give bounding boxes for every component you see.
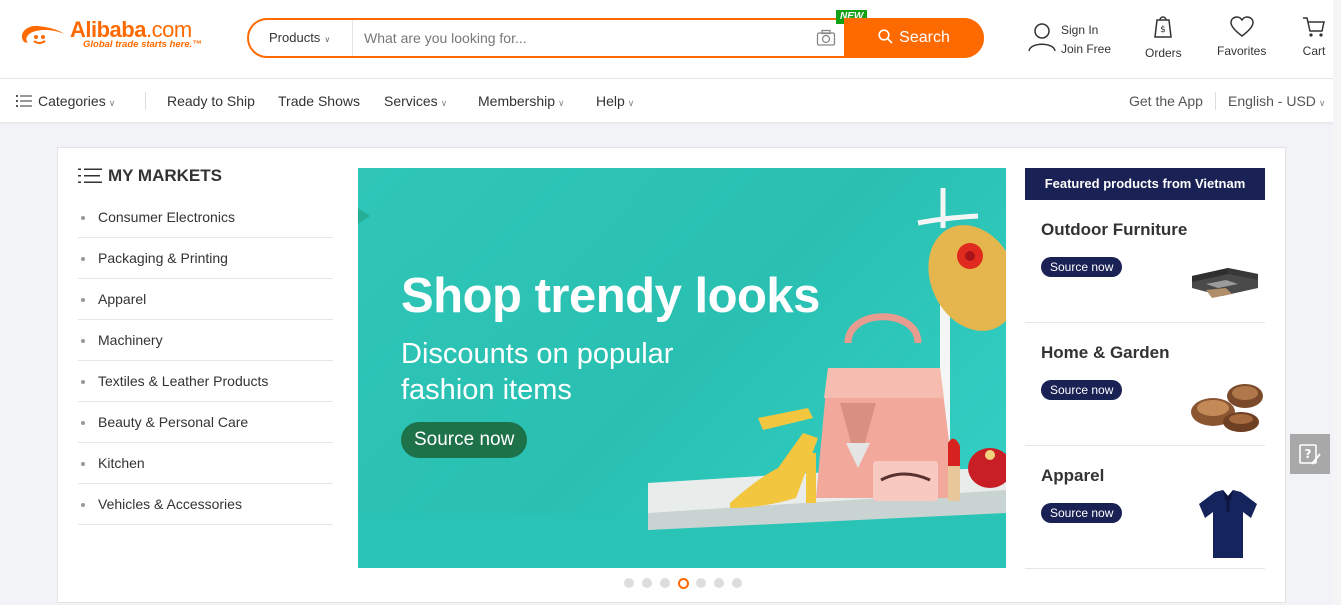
svg-text:$: $ [1160, 25, 1166, 35]
alibaba-logo[interactable]: Alibaba.com Global trade starts here.™ [16, 17, 216, 57]
carousel-dot[interactable] [624, 578, 634, 588]
list-icon [78, 168, 102, 183]
markets-list: Consumer Electronics Packaging & Printin… [78, 197, 333, 525]
featured-card-apparel[interactable]: Apparel Source now [1025, 446, 1265, 569]
search-button[interactable]: Search [844, 18, 984, 58]
search-bar: Products∨ NEW Search [247, 10, 984, 58]
search-category-dropdown[interactable]: Products ∨ [249, 20, 353, 56]
market-item[interactable]: Consumer Electronics [78, 197, 333, 238]
carousel-dot[interactable] [696, 578, 706, 588]
join-free-label[interactable]: Join Free [1061, 42, 1111, 56]
nav-divider [1215, 92, 1216, 110]
banner-subtitle: Discounts on popular fashion items [401, 338, 674, 406]
featured-card-outdoor-furniture[interactable]: Outdoor Furniture Source now [1025, 200, 1265, 323]
carousel-dot[interactable] [714, 578, 724, 588]
chevron-down-icon: ∨ [1318, 98, 1326, 108]
categories-menu[interactable]: Categories ∨ [16, 79, 115, 123]
hero-banner[interactable]: Shop trendy looks Discounts on popular f… [358, 168, 1006, 568]
sign-in-link[interactable]: Sign In Join Free [1028, 20, 1128, 60]
featured-card-title: Home & Garden [1041, 343, 1170, 362]
market-item[interactable]: Vehicles & Accessories [78, 484, 333, 525]
market-item[interactable]: Packaging & Printing [78, 238, 333, 279]
carousel-dot[interactable] [642, 578, 652, 588]
nav-trade-shows[interactable]: Trade Shows [278, 79, 360, 123]
chevron-down-icon: ∨ [108, 98, 116, 108]
featured-card-title: Apparel [1041, 466, 1105, 485]
nav-help[interactable]: Help ∨ [596, 79, 634, 123]
my-markets-title: MY MARKETS [78, 166, 222, 186]
page-scrollbar[interactable] [1333, 0, 1341, 605]
menu-icon [16, 95, 32, 107]
search-input[interactable] [354, 20, 814, 56]
orders-icon: $ [1154, 16, 1173, 38]
help-question-icon: ? [1299, 444, 1321, 465]
market-item[interactable]: Textiles & Leather Products [78, 361, 333, 402]
nav-membership[interactable]: Membership ∨ [478, 79, 565, 123]
sign-in-label: Sign In [1061, 23, 1099, 37]
featured-card-home-garden[interactable]: Home & Garden Source now [1025, 323, 1265, 446]
favorites-link[interactable]: Favorites [1217, 16, 1266, 58]
carousel-dot[interactable] [732, 578, 742, 588]
help-feedback-button[interactable]: ? [1290, 434, 1330, 474]
banner-source-now-button[interactable]: Source now [401, 422, 528, 458]
market-item[interactable]: Kitchen [78, 443, 333, 484]
camera-icon[interactable] [816, 29, 836, 47]
top-header: Alibaba.com Global trade starts here.™ P… [0, 0, 1341, 79]
chevron-down-icon: ∨ [324, 35, 331, 44]
wooden-bowls-image [1191, 384, 1263, 432]
alibaba-logo-icon [21, 25, 64, 44]
chevron-down-icon: ∨ [440, 98, 448, 108]
carousel-dot[interactable] [660, 578, 670, 588]
source-now-button[interactable]: Source now [1041, 380, 1123, 400]
sofa-image [1192, 268, 1258, 298]
orders-link[interactable]: $ Orders [1145, 16, 1182, 60]
featured-card-title: Outdoor Furniture [1041, 220, 1188, 239]
carousel-dot-active[interactable] [678, 577, 689, 589]
chevron-down-icon: ∨ [558, 98, 565, 108]
favorites-label: Favorites [1217, 44, 1267, 58]
cart-label: Cart [1302, 44, 1326, 58]
search-icon [878, 29, 893, 44]
market-item[interactable]: Machinery [78, 320, 333, 361]
banner-title: Shop trendy looks [401, 269, 820, 323]
nav-services[interactable]: Services ∨ [384, 79, 447, 123]
home-panel: MY MARKETS Consumer Electronics Packagin… [57, 147, 1286, 603]
cart-link[interactable]: Cart [1302, 16, 1326, 58]
cart-icon [1303, 17, 1325, 37]
get-the-app-link[interactable]: Get the App [1129, 79, 1203, 123]
source-now-button[interactable]: Source now [1041, 257, 1123, 277]
logo-tagline: Global trade starts here.™ [83, 39, 202, 50]
featured-products: Featured products from Vietnam Outdoor F… [1025, 168, 1265, 569]
language-currency-selector[interactable]: English - USD ∨ [1228, 79, 1326, 123]
nav-divider [145, 92, 146, 110]
market-item[interactable]: Apparel [78, 279, 333, 320]
chevron-down-icon: ∨ [627, 98, 635, 108]
source-now-button[interactable]: Source now [1041, 503, 1123, 523]
main-nav: Categories ∨ Ready to Ship Trade Shows Se… [0, 79, 1341, 123]
svg-text:?: ? [1305, 447, 1312, 461]
heart-icon [1229, 16, 1254, 37]
polo-shirt-image [1199, 490, 1257, 558]
market-item[interactable]: Beauty & Personal Care [78, 402, 333, 443]
user-icon [1028, 23, 1056, 52]
nav-ready-to-ship[interactable]: Ready to Ship [167, 79, 255, 123]
featured-products-header: Featured products from Vietnam [1025, 168, 1265, 200]
orders-label: Orders [1145, 46, 1182, 60]
